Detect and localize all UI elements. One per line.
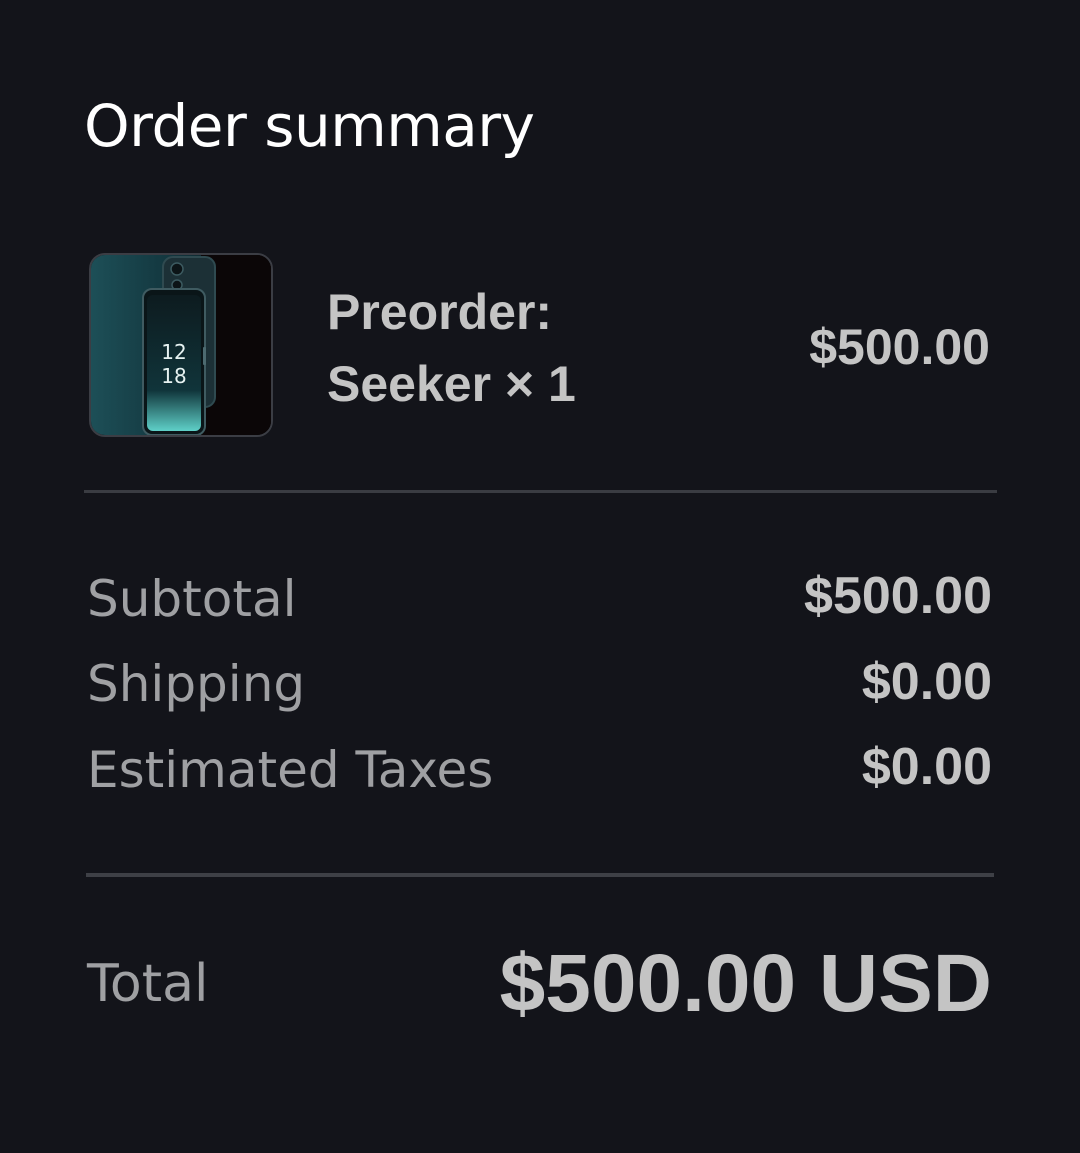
thumb-clock-hour: 12 bbox=[161, 340, 186, 364]
total-label: Total bbox=[87, 954, 209, 1014]
product-thumbnail: 12 18 bbox=[89, 253, 273, 437]
line-item-name: Preorder: Seeker × 1 bbox=[327, 276, 576, 420]
shipping-label: Shipping bbox=[87, 655, 306, 713]
thumb-clock-minute: 18 bbox=[161, 364, 186, 388]
total-value: $500.00 USD bbox=[499, 938, 992, 1029]
subtotal-label: Subtotal bbox=[87, 570, 297, 628]
line-item-price: $500.00 bbox=[809, 319, 990, 375]
line-item-name-line2: Seeker × 1 bbox=[327, 356, 576, 412]
divider bbox=[86, 873, 994, 877]
estimated-taxes-value: $0.00 bbox=[861, 738, 992, 796]
page-title: Order summary bbox=[84, 92, 535, 160]
estimated-taxes-label: Estimated Taxes bbox=[87, 741, 494, 799]
shipping-value: $0.00 bbox=[861, 653, 992, 711]
phone-product-icon: 12 18 bbox=[91, 255, 271, 435]
subtotal-value: $500.00 bbox=[804, 567, 992, 625]
order-summary-panel: Order summary 12 18 Preorder: Seeker × 1… bbox=[0, 0, 1080, 1153]
divider bbox=[84, 490, 997, 493]
line-item-name-line1: Preorder: bbox=[327, 284, 553, 340]
